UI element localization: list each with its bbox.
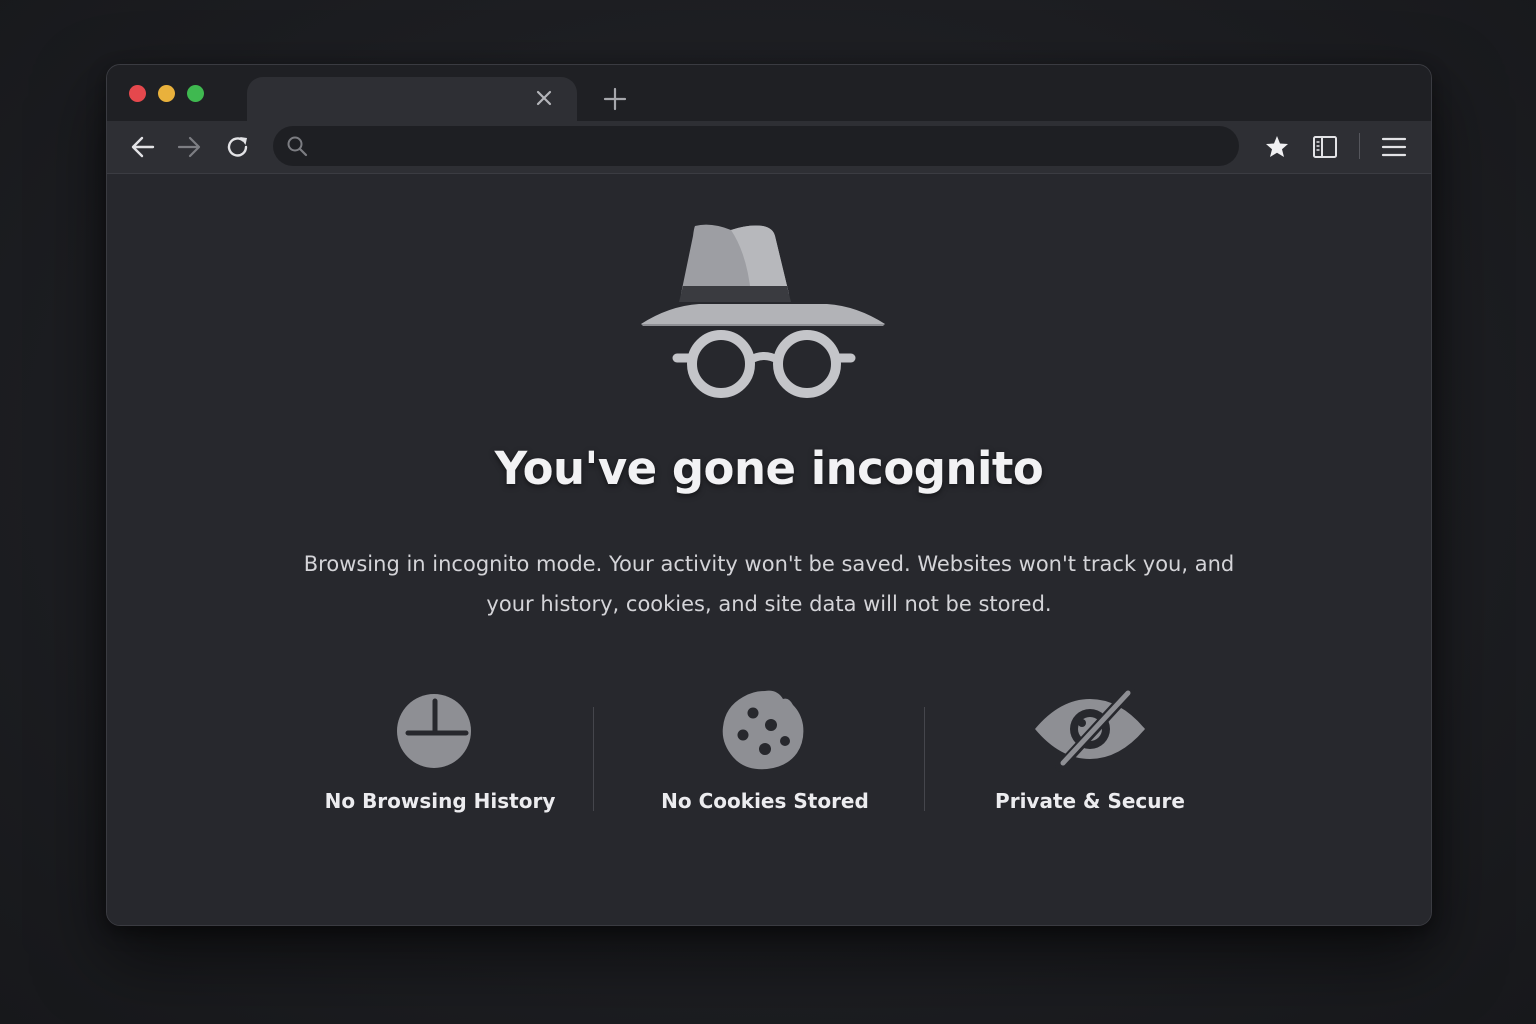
page-title: You've gone incognito — [494, 442, 1044, 495]
tab-incognito[interactable] — [247, 77, 577, 123]
browser-toolbar — [107, 121, 1431, 174]
window-minimize-button[interactable] — [158, 85, 175, 102]
window-close-button[interactable] — [129, 85, 146, 102]
search-icon — [286, 135, 308, 157]
feature-label: No Cookies Stored — [661, 789, 869, 813]
feature-no-cookies-stored: No Cookies Stored — [615, 689, 915, 829]
feature-divider — [593, 707, 594, 811]
feature-divider — [924, 707, 925, 811]
hamburger-menu-icon[interactable] — [1380, 133, 1408, 161]
incognito-icon — [639, 224, 889, 409]
close-icon[interactable] — [533, 87, 555, 109]
feature-label: No Browsing History — [324, 789, 556, 813]
plus-icon[interactable] — [601, 85, 629, 113]
incognito-page: You've gone incognito Browsing in incogn… — [107, 174, 1431, 925]
cookie-icon — [705, 689, 825, 779]
address-bar[interactable] — [273, 126, 1239, 168]
feature-no-browsing-history: No Browsing History — [290, 689, 590, 829]
arrow-right-icon[interactable] — [175, 133, 203, 161]
page-description: Browsing in incognito mode. Your activit… — [303, 552, 1235, 616]
clock-icon — [380, 689, 500, 779]
arrow-left-icon[interactable] — [129, 133, 157, 161]
eye-off-icon — [1030, 686, 1150, 779]
feature-private-secure: Private & Secure — [940, 686, 1240, 829]
tab-strip — [107, 65, 1431, 123]
address-input[interactable] — [319, 126, 1223, 168]
sidebar-icon[interactable] — [1311, 133, 1339, 161]
toolbar-divider — [1359, 133, 1360, 159]
browser-window: You've gone incognito Browsing in incogn… — [106, 64, 1432, 926]
reload-icon[interactable] — [224, 133, 252, 161]
window-maximize-button[interactable] — [187, 85, 204, 102]
feature-label: Private & Secure — [995, 789, 1185, 813]
star-icon[interactable] — [1263, 133, 1291, 161]
